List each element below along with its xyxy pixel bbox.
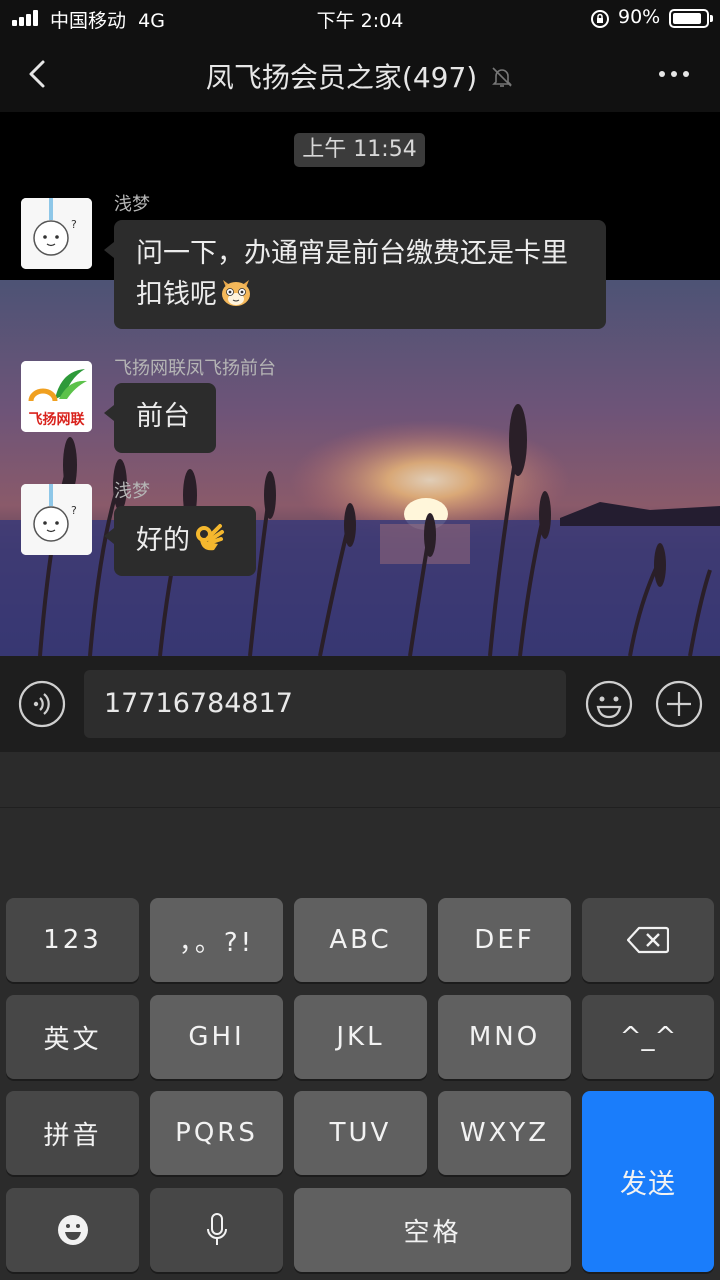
key-wxyz[interactable]: WXYZ	[438, 1091, 571, 1175]
key-ghi[interactable]: GHI	[150, 995, 283, 1079]
key-voice-input[interactable]	[150, 1188, 283, 1272]
user-avatar-icon: ?	[21, 484, 92, 555]
key-pinyin[interactable]: 拼音	[6, 1091, 139, 1175]
user-avatar-icon: ?	[21, 198, 92, 269]
sender-name: 浅梦	[114, 481, 150, 502]
chat-background-image	[0, 280, 720, 656]
battery-percent: 90%	[618, 6, 661, 28]
cat-face-icon	[222, 280, 250, 306]
message-text: 问一下，办通宵是前台缴费还是卡里扣钱呢	[136, 238, 568, 310]
avatar[interactable]: ?	[21, 198, 92, 269]
chat-timestamp: 上午 11:54	[294, 133, 425, 167]
key-def[interactable]: DEF	[438, 898, 571, 982]
message-bubble[interactable]: 问一下，办通宵是前台缴费还是卡里扣钱呢	[104, 220, 606, 329]
nav-bar: 凤飞扬会员之家(497)	[0, 38, 720, 112]
svg-text:?: ?	[71, 218, 77, 231]
microphone-icon	[206, 1213, 227, 1245]
avatar[interactable]: ?	[21, 484, 92, 555]
voice-icon[interactable]	[18, 680, 66, 728]
key-jkl[interactable]: JKL	[294, 995, 427, 1079]
status-time: 下午 2:04	[316, 10, 404, 32]
keyboard-suggestion-bar	[0, 752, 720, 808]
avatar-label: 飞扬网联	[28, 412, 85, 428]
avatar[interactable]: 飞扬网联	[21, 361, 92, 432]
key-tuv[interactable]: TUV	[294, 1091, 427, 1175]
keyboard: 123 ，。?! ABC DEF 英文 GHI JKL MNO ^_^ 拼音 P…	[0, 808, 720, 1280]
more-icon[interactable]	[656, 64, 692, 84]
key-emoticon[interactable]: ^_^	[582, 995, 714, 1079]
key-backspace[interactable]	[582, 898, 714, 982]
battery-icon	[669, 9, 713, 28]
sender-name: 浅梦	[114, 194, 150, 215]
svg-text:?: ?	[71, 504, 77, 517]
input-bar: 17716784817	[0, 656, 720, 752]
message-bubble[interactable]: 好的	[104, 506, 256, 576]
key-mno[interactable]: MNO	[438, 995, 571, 1079]
send-button[interactable]: 发送	[582, 1091, 714, 1272]
space-key[interactable]: 空格	[294, 1188, 571, 1272]
key-emoji[interactable]	[6, 1188, 139, 1272]
message-text: 前台	[136, 401, 190, 432]
key-punctuation[interactable]: ，。?!	[150, 898, 283, 982]
group-name: 凤飞扬会员之家(497)	[205, 61, 478, 94]
key-abc[interactable]: ABC	[294, 898, 427, 982]
message-input[interactable]: 17716784817	[84, 670, 566, 738]
muted-bell-icon	[492, 67, 513, 87]
message-bubble[interactable]: 前台	[104, 383, 216, 453]
message-text: 好的	[136, 525, 190, 556]
page-title: 凤飞扬会员之家(497)	[0, 56, 720, 96]
sender-name: 飞扬网联凤飞扬前台	[114, 358, 276, 379]
key-pqrs[interactable]: PQRS	[150, 1091, 283, 1175]
key-123[interactable]: 123	[6, 898, 139, 982]
emoji-icon[interactable]	[584, 679, 634, 729]
status-bar: 中国移动 4G 下午 2:04 90%	[0, 0, 720, 38]
ok-hand-icon	[196, 524, 224, 551]
emoji-key-icon	[57, 1215, 88, 1245]
key-english[interactable]: 英文	[6, 995, 139, 1079]
backspace-icon	[627, 926, 669, 954]
plus-icon[interactable]	[654, 679, 704, 729]
chat-area[interactable]: 上午 11:54 ? 浅梦 问一下，办通宵是前台缴费还是卡里扣钱呢 飞扬网联 飞…	[0, 112, 720, 656]
orientation-lock-icon	[591, 10, 609, 28]
